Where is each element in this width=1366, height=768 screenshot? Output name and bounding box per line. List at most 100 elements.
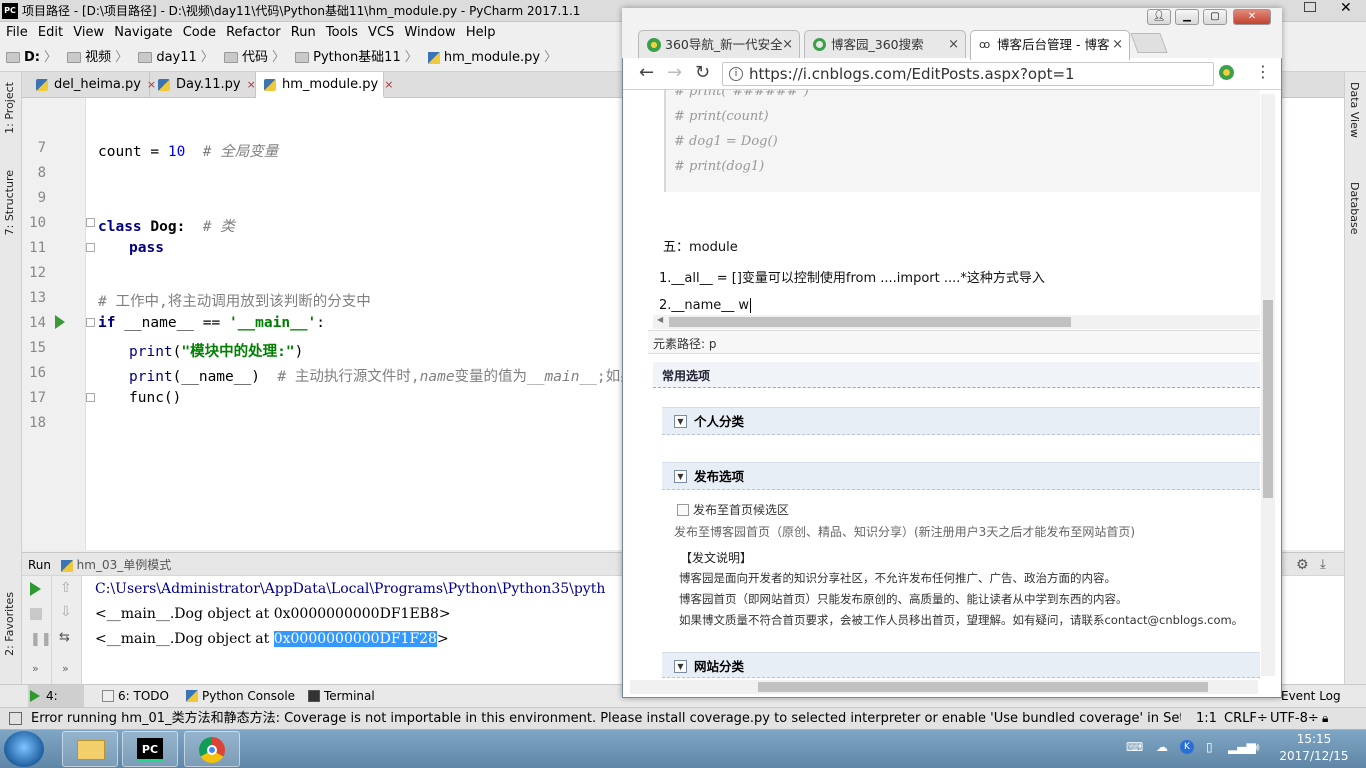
forward-icon[interactable]: → [667, 62, 682, 83]
phone-icon[interactable]: ▯ [1206, 740, 1213, 754]
menu-code[interactable]: Code [183, 22, 216, 44]
crumb-code[interactable]: 代码 [223, 44, 268, 72]
hscroll-thumb[interactable] [758, 682, 1208, 692]
browser-tab-360nav[interactable]: 360导航_新一代安全 × [638, 30, 800, 60]
section-site-category[interactable]: ▼ 网站分类 [662, 652, 1260, 678]
menu-navigate[interactable]: Navigate [114, 22, 172, 44]
tab-close-icon[interactable]: × [247, 78, 256, 91]
tool-data-view[interactable]: Data View [1348, 82, 1361, 138]
crumb-day11[interactable]: day11 [138, 44, 197, 72]
tool-structure[interactable]: 7: Structure [3, 170, 16, 235]
menu-vcs[interactable]: VCS [368, 22, 394, 44]
editor-hscroll[interactable]: ◀ [653, 315, 1260, 329]
reload-icon[interactable]: ↻ [695, 62, 710, 83]
lock-icon[interactable]: 🔒︎ [1322, 708, 1328, 729]
menu-tools[interactable]: Tools [326, 22, 358, 44]
menu-dots-icon[interactable]: ⋮ [1255, 62, 1271, 81]
soft-wrap-icon[interactable]: ⇆ [59, 630, 70, 645]
tool-database[interactable]: Database [1348, 182, 1361, 235]
tab-run[interactable]: 4: Run [28, 685, 84, 725]
tab-del-heima[interactable]: del_heima.py × [28, 72, 156, 98]
menu-view[interactable]: View [73, 22, 104, 44]
toggle-icon[interactable]: ▼ [674, 660, 687, 673]
publish-home-label[interactable]: 发布至首页候选区 [693, 501, 789, 518]
menu-file[interactable]: File [6, 22, 28, 44]
publish-home-checkbox[interactable] [677, 504, 689, 516]
menu-run[interactable]: Run [291, 22, 316, 44]
browser-tab-360search[interactable]: 博客园_360搜索 × [804, 30, 966, 60]
section-personal-category[interactable]: ▼ 个人分类 [662, 407, 1260, 435]
tool-project[interactable]: 1: Project [3, 82, 16, 134]
selected-text[interactable]: 0x0000000000DF1F28 [273, 631, 437, 647]
restore-icon[interactable] [1304, 2, 1316, 12]
cloud-icon[interactable]: ☁ [1156, 740, 1168, 754]
fold-marker-icon[interactable] [86, 243, 95, 252]
section-publish-options[interactable]: ▼ 发布选项 [662, 462, 1260, 490]
crumb-python11[interactable]: Python基础11 [295, 44, 401, 72]
crumb-file[interactable]: hm_module.py [427, 44, 540, 72]
editor-paragraph[interactable]: 1.__all__ = []变量可以控制使用from ....import ..… [659, 267, 1045, 286]
crumb-videos[interactable]: 视频 [67, 44, 111, 72]
tab-hm-module[interactable]: hm_module.py × [256, 72, 393, 98]
back-icon[interactable]: ← [639, 62, 654, 83]
code-block-line: # print(dog1) [674, 159, 765, 174]
tab-python-console[interactable]: Python Console [184, 685, 295, 707]
editor-paragraph-caret[interactable]: 2.__name__ w [659, 298, 752, 313]
close-icon[interactable]: ✕ [1340, 0, 1352, 16]
browser-tab-cnblogs[interactable]: ꝏ 博客后台管理 - 博客 × [970, 30, 1130, 60]
k-icon[interactable]: K [1180, 740, 1194, 754]
menu-window[interactable]: Window [404, 22, 455, 44]
hide-panel-icon[interactable]: ⤓ [1320, 553, 1326, 577]
tab-close-icon[interactable]: × [1112, 31, 1123, 59]
down-arrow-icon[interactable]: ⇩ [60, 604, 72, 620]
status-message[interactable]: Error running hm_01_类方法和静态方法: Coverage i… [31, 708, 1181, 729]
vscroll-thumb[interactable] [1263, 300, 1273, 498]
info-icon[interactable]: i [729, 67, 743, 81]
taskbar-explorer[interactable] [62, 731, 118, 767]
status-toggle-icon[interactable] [9, 712, 22, 725]
hscroll-thumb[interactable] [669, 317, 1071, 327]
taskbar-pycharm[interactable]: PC [122, 731, 178, 767]
menu-help[interactable]: Help [466, 22, 496, 44]
file-encoding[interactable]: UTF-8÷ [1270, 708, 1319, 729]
line-separator[interactable]: CRLF÷ [1224, 708, 1268, 729]
tab-close-icon[interactable]: × [384, 78, 393, 91]
taskbar-chrome[interactable] [184, 731, 240, 767]
cursor-position[interactable]: 1:1 [1196, 708, 1217, 729]
toggle-icon[interactable]: ▼ [674, 470, 687, 483]
up-arrow-icon[interactable]: ⇧ [60, 580, 72, 596]
volume-icon[interactable]: 🔊︎ [1252, 740, 1260, 755]
user-icon[interactable]: 👤︎ [1147, 9, 1171, 25]
minimize-icon[interactable]: ▁ [1175, 9, 1199, 25]
menu-edit[interactable]: Edit [38, 22, 63, 44]
tool-favorites[interactable]: 2: Favorites [3, 592, 16, 656]
tab-day11[interactable]: Day.11.py × [150, 72, 256, 98]
tab-close-icon[interactable]: × [948, 31, 959, 59]
taskbar-clock[interactable]: 15:15 2017/12/15 [1266, 731, 1362, 767]
tab-close-icon[interactable]: × [782, 31, 793, 59]
tab-todo[interactable]: 6: TODO [100, 685, 169, 707]
run-gutter-icon[interactable] [55, 315, 65, 329]
address-bar[interactable]: i https://i.cnblogs.com/EditPosts.aspx?o… [722, 62, 1214, 86]
start-button[interactable] [4, 731, 44, 767]
extension-icon[interactable] [1219, 65, 1234, 80]
settings-gear-icon[interactable]: ⚙ [1296, 553, 1309, 577]
close-icon[interactable]: ✕ [1233, 9, 1271, 25]
new-tab-button[interactable] [1130, 33, 1168, 53]
keyboard-icon[interactable]: ⌨ [1126, 740, 1143, 754]
maximize-icon[interactable]: ▢ [1203, 9, 1227, 25]
pause-icon[interactable]: ❚❚ [30, 632, 52, 647]
toggle-icon[interactable]: ▼ [674, 415, 687, 428]
more-icon[interactable]: » [32, 662, 39, 675]
stop-icon[interactable] [30, 608, 42, 620]
crumb-drive[interactable]: D: [6, 44, 40, 72]
ide-window-controls[interactable]: ✕ [1296, 0, 1366, 20]
rerun-icon[interactable] [30, 582, 41, 596]
fold-marker-icon[interactable] [86, 218, 95, 227]
editor-heading[interactable]: 五：module [663, 236, 738, 255]
fold-marker-icon[interactable] [86, 318, 95, 327]
fold-marker-icon[interactable] [86, 393, 95, 402]
menu-refactor[interactable]: Refactor [226, 22, 281, 44]
more-icon[interactable]: » [62, 662, 69, 675]
tab-terminal[interactable]: Terminal [306, 685, 375, 707]
